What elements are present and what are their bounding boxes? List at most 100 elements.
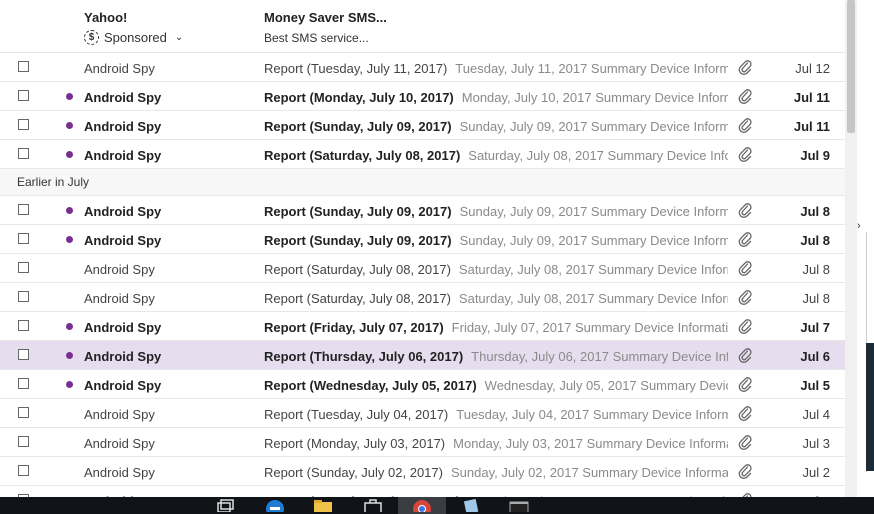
side-preview-image <box>866 343 874 471</box>
row-preview: Monday, July 03, 2017 Summary Device Inf… <box>453 436 728 451</box>
row-subject: Report (Saturday, July 08, 2017) <box>264 291 451 306</box>
row-checkbox[interactable] <box>18 61 29 72</box>
row-date: Jul 11 <box>793 119 830 134</box>
row-date: Jul 11 <box>793 90 830 105</box>
row-subject: Report (Tuesday, July 04, 2017) <box>264 407 449 422</box>
row-date: Jul 7 <box>800 320 830 335</box>
paperclip-icon <box>738 405 752 421</box>
message-row[interactable]: Android Spy Report (Saturday, July 08, 20… <box>0 283 845 312</box>
scrollbar-thumb[interactable] <box>847 0 855 133</box>
message-row[interactable]: Android Spy Report (Thursday, July 06, 20… <box>0 341 845 370</box>
row-subject-line: Report (Sunday, July 09, 2017) Sunday, Ju… <box>264 204 728 219</box>
row-preview: Sunday, July 09, 2017 Summary Device Inf… <box>459 119 728 134</box>
row-date: Jul 12 <box>795 61 830 76</box>
row-date: Jul 8 <box>800 233 830 248</box>
row-subject-line: Report (Saturday, July 08, 2017) Saturday… <box>264 291 728 306</box>
message-row[interactable]: Android Spy Report (Tuesday, July 11, 201… <box>0 53 845 82</box>
task-view-icon[interactable] <box>214 499 236 512</box>
message-row[interactable]: Android Spy Report (Tuesday, July 04, 201… <box>0 399 845 428</box>
edge-icon[interactable] <box>264 499 286 512</box>
row-preview: Saturday, July 08, 2017 Summary Device I… <box>468 148 728 163</box>
row-subject: Report (Monday, July 10, 2017) <box>264 90 454 105</box>
paperclip-icon <box>738 260 752 276</box>
sponsored-label: Sponsored <box>104 30 167 45</box>
row-preview: Saturday, July 08, 2017 Summary Device I… <box>458 291 728 306</box>
message-row[interactable]: Android Spy Report (Wednesday, July 05, 2… <box>0 370 845 399</box>
row-subject: Report (Saturday, July 08, 2017) <box>264 262 451 277</box>
unread-dot-icon <box>66 93 73 100</box>
row-checkbox[interactable] <box>18 378 29 389</box>
sponsored-toggle[interactable]: $ Sponsored ⌄ <box>84 30 183 45</box>
chrome-icon[interactable] <box>411 499 433 512</box>
message-row[interactable]: Android Spy Report (Saturday, July 08, 20… <box>0 140 845 169</box>
message-row[interactable]: Android Spy Report (Monday, July 03, 2017… <box>0 428 845 457</box>
message-row[interactable]: Android Spy Report (Sunday, July 02, 2017… <box>0 457 845 486</box>
message-row[interactable]: Android Spy Report (Monday, July 10, 2017… <box>0 82 845 111</box>
row-checkbox[interactable] <box>18 119 29 130</box>
row-date: Jul 8 <box>802 262 830 277</box>
row-sender: Android Spy <box>84 349 162 364</box>
terminal-icon[interactable] <box>508 499 530 512</box>
chevron-right-icon[interactable]: › <box>857 220 861 232</box>
unread-dot-icon <box>66 151 73 158</box>
row-subject: Report (Monday, July 03, 2017) <box>264 436 446 451</box>
row-subject-line: Report (Monday, July 03, 2017) Monday, Ju… <box>264 436 728 451</box>
paperclip-icon <box>738 88 752 104</box>
row-preview: Monday, July 10, 2017 Summary Device Inf… <box>461 90 728 105</box>
row-checkbox[interactable] <box>18 262 29 273</box>
notepad-icon[interactable] <box>460 499 482 512</box>
paperclip-icon <box>738 289 752 305</box>
message-row[interactable]: Android Spy Report (Sunday, July 09, 2017… <box>0 111 845 140</box>
row-date: Jul 9 <box>800 148 830 163</box>
file-explorer-icon[interactable] <box>312 499 334 512</box>
row-sender: Android Spy <box>84 148 162 163</box>
row-subject: Report (Sunday, July 02, 2017) <box>264 465 443 480</box>
row-checkbox[interactable] <box>18 90 29 101</box>
ad-subject: Money Saver SMS... <box>264 10 387 25</box>
row-subject-line: Report (Sunday, July 02, 2017) Sunday, Ju… <box>264 465 728 480</box>
row-subject: Report (Sunday, July 09, 2017) <box>264 204 452 219</box>
message-row[interactable]: Android Spy Report (Friday, July 07, 2017… <box>0 312 845 341</box>
row-subject-line: Report (Sunday, July 09, 2017) Sunday, Ju… <box>264 233 728 248</box>
message-list: Android Spy Report (Tuesday, July 11, 201… <box>0 53 845 497</box>
message-row[interactable]: Android Spy Report (Sunday, July 09, 2017… <box>0 196 845 225</box>
row-preview: Tuesday, July 04, 2017 Summary Device In… <box>456 407 728 422</box>
paperclip-icon <box>738 376 752 392</box>
row-subject: Report (Sunday, July 09, 2017) <box>264 119 452 134</box>
row-checkbox[interactable] <box>18 148 29 159</box>
ad-preview: Best SMS service... <box>264 31 369 45</box>
row-date: Jul 3 <box>802 436 830 451</box>
row-subject: Report (Thursday, July 06, 2017) <box>264 349 464 364</box>
row-sender: Android Spy <box>84 90 162 105</box>
row-preview: Wednesday, July 05, 2017 Summary Device <box>484 378 728 393</box>
row-checkbox[interactable] <box>18 465 29 476</box>
row-sender: Android Spy <box>84 61 155 76</box>
row-sender: Android Spy <box>84 465 155 480</box>
message-row[interactable]: Android SpyReport (Saturday, July 01, 20… <box>0 486 845 497</box>
row-date: Jul 4 <box>802 407 830 422</box>
row-checkbox[interactable] <box>18 320 29 331</box>
message-row[interactable]: Android Spy Report (Saturday, July 08, 20… <box>0 254 845 283</box>
unread-dot-icon <box>66 236 73 243</box>
row-checkbox[interactable] <box>18 436 29 447</box>
paperclip-icon <box>738 117 752 133</box>
unread-dot-icon <box>66 381 73 388</box>
row-checkbox[interactable] <box>18 233 29 244</box>
row-subject-line: Report (Saturday, July 08, 2017) Saturday… <box>264 262 728 277</box>
row-sender: Android Spy <box>84 378 162 393</box>
unread-dot-icon <box>66 122 73 129</box>
sponsored-ad-row[interactable]: Yahoo! $ Sponsored ⌄ Money Saver SMS... … <box>0 0 845 53</box>
row-checkbox[interactable] <box>18 204 29 215</box>
row-checkbox[interactable] <box>18 291 29 302</box>
group-header: Earlier in July <box>0 169 845 196</box>
paperclip-icon <box>738 463 752 479</box>
mail-list-pane: Yahoo! $ Sponsored ⌄ Money Saver SMS... … <box>0 0 845 497</box>
row-checkbox[interactable] <box>18 407 29 418</box>
scrollbar[interactable] <box>845 0 857 497</box>
paperclip-icon <box>738 231 752 247</box>
row-preview: Thursday, July 06, 2017 Summary Device I… <box>471 349 728 364</box>
message-row[interactable]: Android Spy Report (Sunday, July 09, 2017… <box>0 225 845 254</box>
store-icon[interactable] <box>362 499 384 512</box>
row-checkbox[interactable] <box>18 349 29 360</box>
paperclip-icon <box>738 434 752 450</box>
